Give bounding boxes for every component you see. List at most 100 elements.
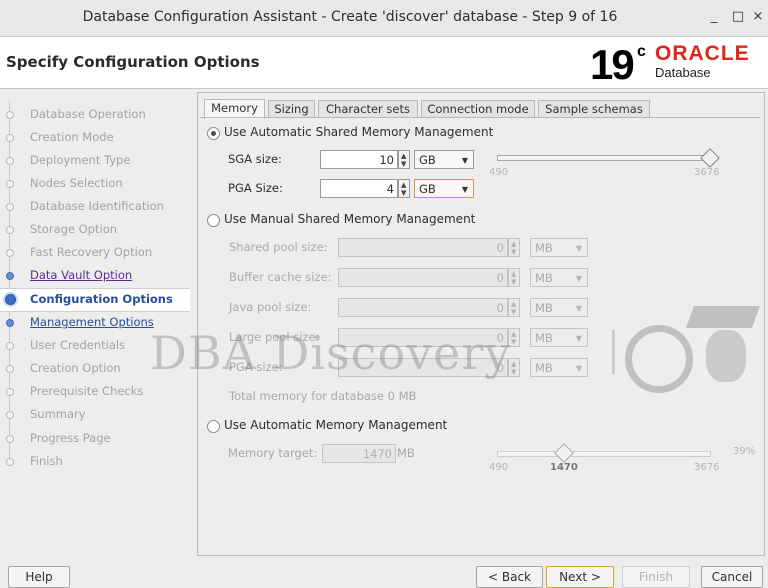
pga-size-spinner[interactable]: ▲ ▼ (398, 179, 410, 198)
chevron-down-icon: ▼ (575, 304, 582, 313)
step-finish: Finish (0, 451, 190, 473)
step-bullet-icon (6, 157, 14, 165)
step-bullet-icon (6, 411, 14, 419)
close-button[interactable]: × (748, 7, 768, 27)
finish-button: Finish (622, 566, 690, 588)
help-button[interactable]: Help (8, 566, 70, 588)
cancel-button[interactable]: Cancel (701, 566, 763, 588)
step-configuration-options[interactable]: Configuration Options (0, 288, 190, 312)
step-bullet-icon (6, 342, 14, 350)
manual-memory-radio[interactable] (207, 214, 220, 227)
shared-pool-label: Shared pool size: (229, 240, 328, 254)
step-bullet-icon (6, 134, 14, 142)
shared-pool-unit-select: MB ▼ (530, 238, 588, 257)
java-pool-unit-select: MB ▼ (530, 298, 588, 317)
step-bullet-icon (6, 249, 14, 257)
step-prerequisite-checks: Prerequisite Checks (0, 381, 190, 403)
oracle-logo: ORACLE (655, 42, 750, 65)
globe-icon (625, 325, 693, 393)
amm-radio[interactable] (207, 420, 220, 433)
page-header: Specify Configuration Options 19 c ORACL… (0, 37, 768, 89)
step-bullet-icon (6, 319, 14, 327)
sga-slider-track[interactable] (497, 155, 713, 161)
chevron-down-icon: ▼ (575, 364, 582, 373)
manual-memory-label[interactable]: Use Manual Shared Memory Management (224, 212, 475, 226)
minimize-button[interactable]: _ (704, 7, 724, 27)
buffer-cache-input: 0 (338, 268, 508, 287)
watermark-divider (612, 330, 615, 374)
person-head-icon (706, 330, 746, 382)
step-storage-option: Storage Option (0, 219, 190, 241)
pga-size-input[interactable]: 4 (320, 179, 398, 198)
pga-unit-select[interactable]: GB ▼ (414, 179, 474, 198)
step-database-identification: Database Identification (0, 196, 190, 218)
memory-target-percent: 39% (733, 446, 756, 457)
step-bullet-icon (6, 272, 14, 280)
java-pool-input: 0 (338, 298, 508, 317)
shared-pool-spinner: ▲ ▼ (508, 238, 520, 257)
step-database-operation: Database Operation (0, 104, 190, 126)
sga-size-spinner[interactable]: ▲ ▼ (398, 150, 410, 169)
tab-sizing[interactable]: Sizing (268, 100, 315, 118)
step-bullet-icon (6, 388, 14, 396)
step-data-vault-option[interactable]: Data Vault Option (0, 265, 190, 287)
java-pool-spinner: ▲ ▼ (508, 298, 520, 317)
sga-unit-select[interactable]: GB ▼ (414, 150, 474, 169)
step-bullet-icon (6, 203, 14, 211)
tab-sample-schemas[interactable]: Sample schemas (538, 100, 650, 118)
step-bullet-icon (6, 365, 14, 373)
chevron-down-icon: ▼ (461, 185, 468, 194)
step-summary: Summary (0, 404, 190, 426)
step-nodes-selection: Nodes Selection (0, 173, 190, 195)
memory-target-unit: MB (397, 446, 415, 460)
sga-slider-min: 490 (489, 167, 509, 178)
step-bullet-icon (6, 180, 14, 188)
sga-size-label: SGA size: (228, 152, 282, 166)
current-step-icon (5, 294, 16, 305)
page-title: Specify Configuration Options (6, 53, 260, 71)
tab-connection-mode[interactable]: Connection mode (421, 100, 535, 118)
asmm-label[interactable]: Use Automatic Shared Memory Management (224, 125, 493, 139)
chevron-down-icon: ▼ (575, 274, 582, 283)
pga-size-manual-unit-select: MB ▼ (530, 358, 588, 377)
configuration-panel (197, 92, 765, 556)
graduation-cap-icon (685, 306, 761, 328)
step-navigation: Database Operation Creation Mode Deploym… (0, 92, 190, 554)
back-button[interactable]: < Back (476, 566, 543, 588)
memory-target-label: Memory target: (228, 446, 318, 460)
next-button[interactable]: Next > (546, 566, 614, 588)
step-progress-page: Progress Page (0, 428, 190, 450)
tab-memory[interactable]: Memory (204, 99, 265, 119)
window-titlebar: Database Configuration Assistant - Creat… (0, 0, 768, 37)
tab-character-sets[interactable]: Character sets (318, 100, 418, 118)
oracle-database-label: Database (655, 65, 711, 80)
memory-target-slider-min: 490 (489, 462, 509, 473)
asmm-radio[interactable] (207, 127, 220, 140)
buffer-cache-label: Buffer cache size: (229, 270, 332, 284)
chevron-down-icon: ▼ (575, 334, 582, 343)
step-bullet-icon (6, 435, 14, 443)
oracle-19c-logo: 19 (590, 41, 635, 88)
sga-size-input[interactable]: 10 (320, 150, 398, 169)
large-pool-unit-select: MB ▼ (530, 328, 588, 347)
buffer-cache-unit-select: MB ▼ (530, 268, 588, 287)
step-bullet-icon (6, 458, 14, 466)
chevron-down-icon: ▼ (461, 156, 468, 165)
step-fast-recovery-option: Fast Recovery Option (0, 242, 190, 264)
amm-label[interactable]: Use Automatic Memory Management (224, 418, 447, 432)
pga-size-label: PGA Size: (228, 181, 283, 195)
step-creation-mode: Creation Mode (0, 127, 190, 149)
memory-target-slider-max: 3676 (694, 462, 720, 473)
java-pool-label: Java pool size: (229, 300, 312, 314)
step-deployment-type: Deployment Type (0, 150, 190, 172)
step-bullet-icon (6, 226, 14, 234)
total-memory-text: Total memory for database 0 MB (229, 389, 417, 403)
maximize-button[interactable]: □ (728, 7, 748, 27)
buffer-cache-spinner: ▲ ▼ (508, 268, 520, 287)
memory-target-input: 1470 (322, 444, 396, 463)
step-bullet-icon (6, 111, 14, 119)
memory-target-slider-value: 1470 (550, 462, 578, 473)
memory-target-slider-track (497, 451, 711, 457)
shared-pool-input: 0 (338, 238, 508, 257)
sga-slider-max: 3676 (694, 167, 720, 178)
